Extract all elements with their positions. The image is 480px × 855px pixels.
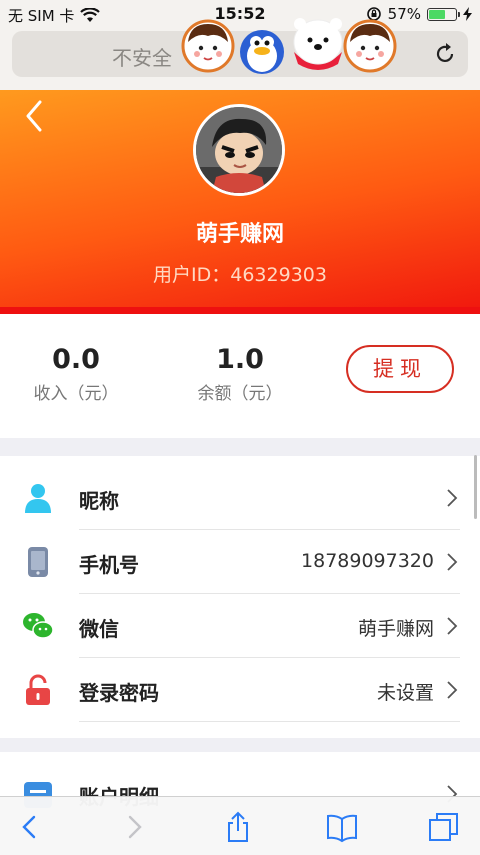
user-id: 用户ID：46329303 bbox=[153, 264, 327, 286]
bookmarks-icon[interactable] bbox=[326, 811, 358, 843]
back-icon[interactable] bbox=[14, 811, 46, 843]
settings-row-label: 微信 bbox=[79, 617, 119, 641]
boy-sticker-icon bbox=[343, 19, 397, 73]
balance-value: 1.0 bbox=[216, 344, 264, 375]
browser-address-area: 不安全 bbox=[0, 18, 480, 90]
settings-row-nickname[interactable]: 昵称 bbox=[0, 466, 480, 530]
penguin-sticker-icon bbox=[240, 30, 284, 74]
page-scrollbar[interactable] bbox=[474, 455, 477, 519]
settings-row-label: 手机号 bbox=[79, 553, 139, 577]
forward-icon[interactable] bbox=[118, 811, 150, 843]
bear-sticker-icon bbox=[293, 18, 343, 70]
phone-icon bbox=[28, 547, 48, 577]
battery-icon bbox=[427, 7, 460, 21]
wechat-icon bbox=[23, 613, 54, 639]
reload-icon[interactable] bbox=[432, 41, 458, 67]
chevron-right-icon bbox=[447, 553, 458, 571]
chevron-right-icon bbox=[447, 489, 458, 507]
settings-row-phone[interactable]: 手机号 18789097320 bbox=[0, 530, 480, 594]
income-label: 收入（元） bbox=[33, 384, 119, 404]
battery-fill bbox=[429, 9, 445, 19]
avatar-image bbox=[196, 107, 282, 193]
settings-list: 昵称 手机号 18789097320 微信 萌手赚网 登录密码 未设置 bbox=[0, 456, 480, 738]
url-text: 不安全 bbox=[112, 46, 172, 70]
chevron-right-icon bbox=[447, 681, 458, 699]
boy-sticker-icon bbox=[181, 19, 235, 73]
balance-stat: 1.0 余额（元） bbox=[180, 344, 300, 404]
settings-row-wechat[interactable]: 微信 萌手赚网 bbox=[0, 594, 480, 658]
charging-icon bbox=[463, 7, 472, 21]
browser-toolbar bbox=[0, 796, 480, 855]
settings-row-value: 18789097320 bbox=[301, 550, 434, 572]
income-value: 0.0 bbox=[52, 344, 100, 375]
settings-row-value: 萌手赚网 bbox=[357, 618, 434, 640]
lock-icon bbox=[26, 674, 50, 705]
profile-header: 萌手赚网 用户ID：46329303 bbox=[0, 90, 480, 314]
username: 萌手赚网 bbox=[195, 222, 284, 247]
withdraw-button[interactable]: 提现 bbox=[346, 345, 454, 393]
person-icon bbox=[25, 484, 51, 513]
tabs-icon[interactable] bbox=[428, 811, 460, 843]
settings-row-value: 未设置 bbox=[376, 682, 434, 704]
back-arrow-icon[interactable] bbox=[20, 96, 50, 136]
settings-row-password[interactable]: 登录密码 未设置 bbox=[0, 658, 480, 722]
settings-row-label: 昵称 bbox=[79, 489, 119, 513]
balance-label: 余额（元） bbox=[197, 384, 283, 404]
settings-row-label: 登录密码 bbox=[79, 681, 159, 705]
chevron-right-icon bbox=[447, 617, 458, 635]
balance-panel: 0.0 收入（元） 1.0 余额（元） 提现 bbox=[0, 314, 480, 438]
avatar[interactable] bbox=[193, 104, 285, 196]
income-stat: 0.0 收入（元） bbox=[16, 344, 136, 404]
share-icon[interactable] bbox=[222, 811, 254, 843]
